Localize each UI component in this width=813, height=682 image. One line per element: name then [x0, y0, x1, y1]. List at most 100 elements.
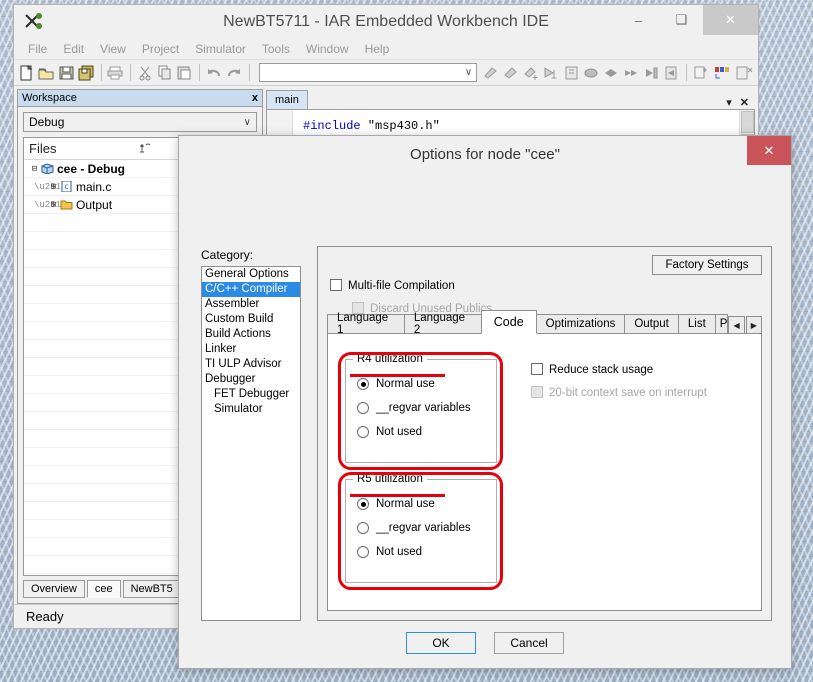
menu-simulator[interactable]: Simulator [195, 42, 246, 56]
new-file-icon[interactable] [18, 62, 35, 83]
disassembly-icon[interactable] [735, 62, 754, 83]
menu-file[interactable]: File [28, 42, 47, 56]
tree-branch-icon: \u2514 [34, 181, 67, 192]
cut-icon[interactable] [137, 62, 154, 83]
save-icon[interactable] [58, 62, 75, 83]
r4-regvar-variables-radio[interactable]: __regvar variables [357, 402, 471, 414]
dialog-close-icon[interactable]: ✕ [747, 136, 791, 165]
tab-language-2[interactable]: Language 2 [403, 312, 482, 336]
category-list[interactable]: General Options C/C++ Compiler Assembler… [201, 266, 301, 621]
category-item-fet-debugger[interactable]: FET Debugger [202, 387, 300, 402]
step-out-icon[interactable] [643, 62, 660, 83]
save-all-icon[interactable] [78, 62, 95, 83]
make-debug-icon[interactable] [523, 62, 540, 83]
r5-option-label: Not used [376, 546, 423, 558]
editor-tab-main[interactable]: main [266, 90, 308, 109]
workspace-tab-overview[interactable]: Overview [23, 580, 85, 598]
tab-code[interactable]: Code [480, 310, 537, 334]
expander-icon[interactable]: ⊞ [47, 200, 60, 210]
menu-help[interactable]: Help [365, 42, 390, 56]
print-icon[interactable] [107, 62, 124, 83]
step-into-icon[interactable] [623, 62, 640, 83]
chevron-down-icon[interactable]: ∨ [465, 67, 472, 78]
project-cube-icon [41, 163, 54, 175]
multifile-compilation-checkbox[interactable]: Multi-file Compilation [330, 279, 455, 292]
category-item-linker[interactable]: Linker [202, 342, 300, 357]
compile-icon[interactable] [483, 62, 500, 83]
workspace-tab-cee[interactable]: cee [86, 580, 121, 598]
radio-dot [357, 378, 369, 390]
reduce-stack-usage-checkbox[interactable]: Reduce stack usage [531, 363, 653, 376]
r4-normal-use-radio[interactable]: Normal use [357, 378, 435, 390]
paste-icon[interactable] [177, 62, 194, 83]
category-item-custom-build[interactable]: Custom Build [202, 312, 300, 327]
redo-icon[interactable] [226, 62, 243, 83]
r4-option-label: __regvar variables [376, 402, 471, 414]
menu-tools[interactable]: Tools [262, 42, 290, 56]
debug-log-icon[interactable] [563, 62, 580, 83]
window-controls: – ❑ ✕ [617, 5, 758, 35]
step-over-icon[interactable] [603, 62, 620, 83]
stop-build-icon[interactable] [543, 62, 560, 83]
tab-list[interactable]: List [677, 314, 716, 334]
undo-icon[interactable] [206, 62, 223, 83]
tab-output[interactable]: Output [624, 314, 679, 334]
tree-label-output: Output [76, 197, 113, 212]
category-item-c-cpp-compiler[interactable]: C/C++ Compiler [202, 282, 300, 297]
toolbar-separator [199, 64, 201, 81]
r5-normal-use-radio[interactable]: Normal use [357, 498, 435, 510]
checkbox-box [531, 363, 543, 375]
app-icon [23, 11, 45, 33]
checkbox-box [330, 279, 342, 291]
factory-settings-button[interactable]: Factory Settings [652, 255, 762, 275]
tab-scroll-left-icon[interactable]: ◀ [728, 316, 745, 334]
dialog-title: Options for node "cee" [410, 145, 560, 163]
workspace-tab-newbt5[interactable]: NewBT5 [122, 580, 181, 598]
category-item-simulator[interactable]: Simulator [202, 402, 300, 417]
r5-not-used-radio[interactable]: Not used [357, 546, 422, 558]
tab-preprocessor[interactable]: P [714, 314, 729, 334]
ok-button[interactable]: OK [406, 632, 476, 654]
expander-icon[interactable]: ⊟ [28, 164, 41, 174]
maximize-icon[interactable]: ❑ [660, 5, 703, 35]
category-item-debugger[interactable]: Debugger [202, 372, 300, 387]
find-combo[interactable]: ∨ [258, 63, 478, 82]
workspace-close-icon[interactable]: x [252, 92, 258, 104]
r4-not-used-radio[interactable]: Not used [357, 426, 422, 438]
make-icon[interactable] [503, 62, 520, 83]
next-statement-icon[interactable] [583, 62, 600, 83]
r4-utilization-group: R4 utilization Normal use __regvar varia… [345, 353, 497, 463]
menu-window[interactable]: Window [306, 42, 349, 56]
chevron-down-icon[interactable]: ▾ [726, 96, 732, 109]
category-item-build-actions[interactable]: Build Actions [202, 327, 300, 342]
category-item-ti-ulp-advisor[interactable]: TI ULP Advisor [202, 357, 300, 372]
minimize-icon[interactable]: – [617, 5, 660, 35]
breakpoint-icon[interactable] [693, 62, 710, 83]
category-item-assembler[interactable]: Assembler [202, 297, 300, 312]
menu-project[interactable]: Project [142, 42, 179, 56]
close-icon[interactable]: ✕ [703, 5, 758, 35]
tab-scroll-right-icon[interactable]: ▶ [745, 316, 762, 334]
workspace-config-value: Debug [29, 115, 65, 129]
menu-edit[interactable]: Edit [63, 42, 84, 56]
copy-icon[interactable] [157, 62, 174, 83]
tab-optimizations[interactable]: Optimizations [535, 314, 626, 334]
open-folder-icon[interactable] [38, 62, 55, 83]
status-text: Ready [26, 609, 64, 624]
registers-icon[interactable] [713, 62, 732, 83]
close-icon[interactable]: ✕ [740, 96, 749, 109]
r5-regvar-variables-radio[interactable]: __regvar variables [357, 522, 471, 534]
category-item-general-options[interactable]: General Options [202, 267, 300, 282]
tree-label-mainc: main.c [76, 179, 112, 194]
scrollbar-thumb[interactable] [740, 111, 754, 133]
sort-icon[interactable] [137, 142, 154, 156]
menu-bar: File Edit View Project Simulator Tools W… [14, 39, 758, 60]
workspace-config-dropdown[interactable]: Debug ∨ [23, 112, 257, 132]
radio-dot [357, 546, 369, 558]
go-icon[interactable] [663, 62, 680, 83]
menu-view[interactable]: View [100, 42, 126, 56]
expander-icon[interactable]: ⊞ [47, 182, 60, 192]
toolbar: ∨ [14, 60, 758, 86]
cancel-button[interactable]: Cancel [494, 632, 564, 654]
tab-language-1[interactable]: Language 1 [327, 312, 405, 336]
